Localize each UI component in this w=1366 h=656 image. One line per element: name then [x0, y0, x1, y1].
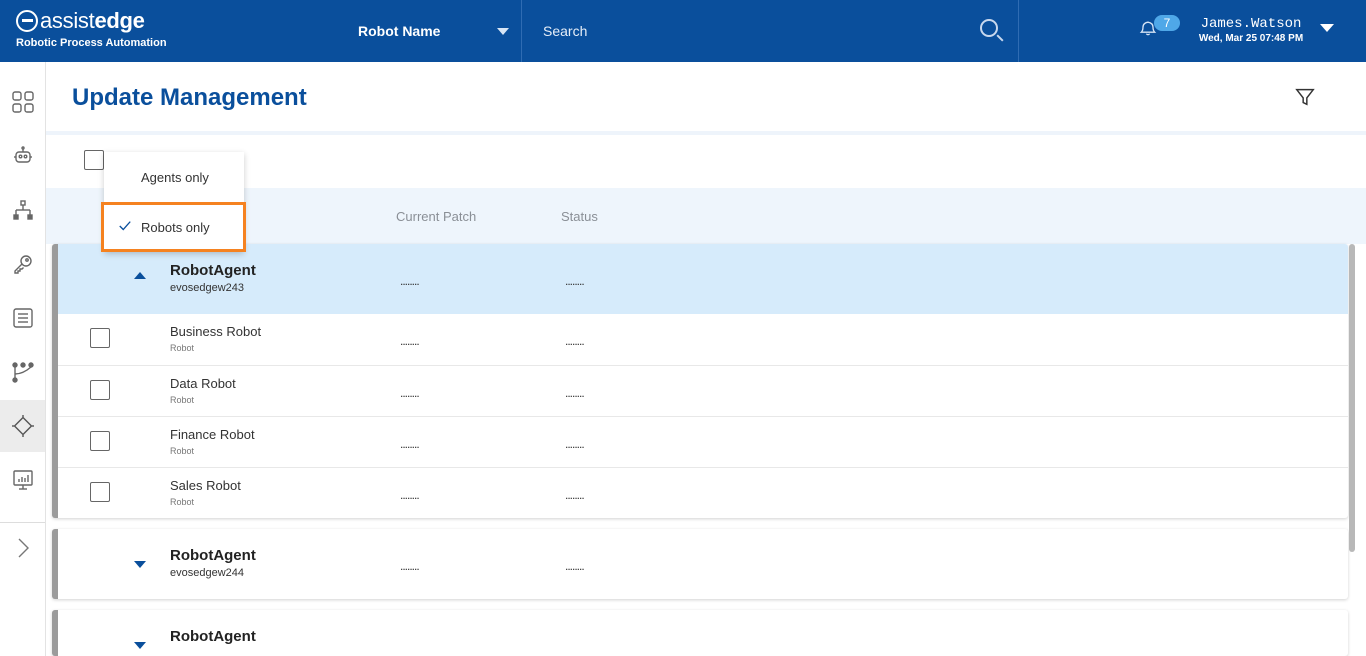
robot-name: Sales Robot: [170, 478, 241, 493]
robot-name-select-label: Robot Name: [358, 23, 441, 39]
logo-assist-text: assist: [40, 8, 95, 33]
agent-host: evosedgew244: [170, 567, 245, 579]
robot-status: ........: [565, 437, 585, 451]
table-row: Data Robot Robot ........ ........: [58, 365, 1348, 416]
column-header-current-patch[interactable]: Current Patch: [396, 209, 476, 224]
user-datetime: Wed, Mar 25 07:48 PM: [1198, 33, 1304, 44]
search-icon[interactable]: [980, 19, 998, 37]
top-header: assist edge Robotic Process Automation Ro…: [0, 0, 1366, 62]
list-icon[interactable]: [0, 292, 45, 344]
agent-group: RobotAgent: [52, 610, 1348, 656]
dropdown-option-robots-only[interactable]: Robots only: [101, 202, 246, 252]
search-input[interactable]: Search: [523, 0, 1019, 62]
agent-name: RobotAgent: [170, 628, 256, 645]
robot-status: ........: [565, 334, 585, 348]
robot-current-patch: ........: [400, 334, 420, 348]
row-checkbox[interactable]: [90, 328, 110, 348]
robot-name: Finance Robot: [170, 427, 255, 442]
collapse-arrow-icon[interactable]: [134, 272, 146, 279]
agent-status: ........: [565, 274, 585, 288]
robot-status: ........: [565, 386, 585, 400]
checkmark-icon: [118, 219, 132, 233]
agent-name: RobotAgent: [170, 262, 256, 279]
filter-icon[interactable]: [1294, 86, 1316, 108]
robot-name-select[interactable]: Robot Name: [338, 0, 522, 62]
robot-type: Robot: [170, 497, 195, 507]
title-divider: [46, 131, 1366, 135]
robot-current-patch: ........: [400, 437, 420, 451]
robot-list: Business Robot Robot ........ ........ D…: [58, 314, 1348, 518]
filter-type-dropdown: Agents only Robots only: [101, 152, 246, 252]
robot-name: Business Robot: [170, 324, 262, 339]
table-row: Business Robot Robot ........ ........: [58, 314, 1348, 365]
user-caret-down-icon[interactable]: [1320, 24, 1334, 32]
expand-arrow-icon[interactable]: [134, 642, 146, 649]
row-checkbox[interactable]: [90, 380, 110, 400]
assistedge-logo-icon: [16, 10, 38, 32]
robot-icon[interactable]: [0, 130, 45, 182]
key-icon[interactable]: [0, 238, 45, 290]
robot-current-patch: ........: [400, 488, 420, 502]
row-checkbox[interactable]: [90, 431, 110, 451]
column-header-status[interactable]: Status: [561, 209, 598, 224]
dropdown-option-agents-only[interactable]: Agents only: [104, 152, 244, 202]
expand-arrow-icon[interactable]: [134, 561, 146, 568]
dropdown-option-label: Agents only: [141, 169, 209, 185]
agent-current-patch: ........: [400, 274, 420, 288]
logo-subtitle: Robotic Process Automation: [16, 37, 167, 49]
hierarchy-icon[interactable]: [0, 184, 45, 236]
table-row: Sales Robot Robot ........ ........: [58, 467, 1348, 518]
chevron-right-icon[interactable]: [0, 522, 45, 574]
chip-icon[interactable]: [0, 400, 45, 452]
caret-down-icon: [497, 28, 509, 35]
robot-status: ........: [565, 488, 585, 502]
vertical-scrollbar[interactable]: [1349, 244, 1355, 552]
search-placeholder: Search: [543, 23, 588, 39]
user-menu[interactable]: James.Watson Wed, Mar 25 07:48 PM: [1190, 16, 1334, 44]
agent-current-patch: ........: [400, 559, 420, 573]
assistedge-logo[interactable]: assist edge Robotic Process Automation: [16, 8, 167, 49]
agent-group: RobotAgent evosedgew243 ........ .......…: [52, 244, 1348, 518]
robot-type: Robot: [170, 395, 195, 405]
dropdown-option-label: Robots only: [141, 219, 210, 235]
sidebar: [0, 62, 46, 656]
notification-badge: 7: [1154, 15, 1180, 31]
select-all-checkbox[interactable]: [84, 150, 104, 170]
workflow-icon[interactable]: [0, 346, 45, 398]
row-checkbox[interactable]: [90, 482, 110, 502]
agent-host: evosedgew243: [170, 282, 245, 294]
agent-group-header[interactable]: RobotAgent: [58, 610, 1348, 656]
table-row: Finance Robot Robot ........ ........: [58, 416, 1348, 467]
page-title: Update Management: [72, 84, 307, 111]
agent-group-header[interactable]: RobotAgent evosedgew244 ........ .......…: [58, 529, 1348, 599]
user-name: James.Watson: [1200, 16, 1302, 32]
agent-group: RobotAgent evosedgew244 ........ .......…: [52, 529, 1348, 599]
agent-name: RobotAgent: [170, 547, 256, 564]
robot-name: Data Robot: [170, 376, 236, 391]
robot-type: Robot: [170, 446, 195, 456]
dashboard-icon[interactable]: [0, 76, 45, 128]
agent-status: ........: [565, 559, 585, 573]
agent-group-header[interactable]: RobotAgent evosedgew243 ........ .......…: [58, 244, 1348, 314]
logo-edge-text: edge: [94, 8, 145, 33]
robot-type: Robot: [170, 343, 195, 353]
monitor-chart-icon[interactable]: [0, 454, 45, 506]
robot-current-patch: ........: [400, 386, 420, 400]
